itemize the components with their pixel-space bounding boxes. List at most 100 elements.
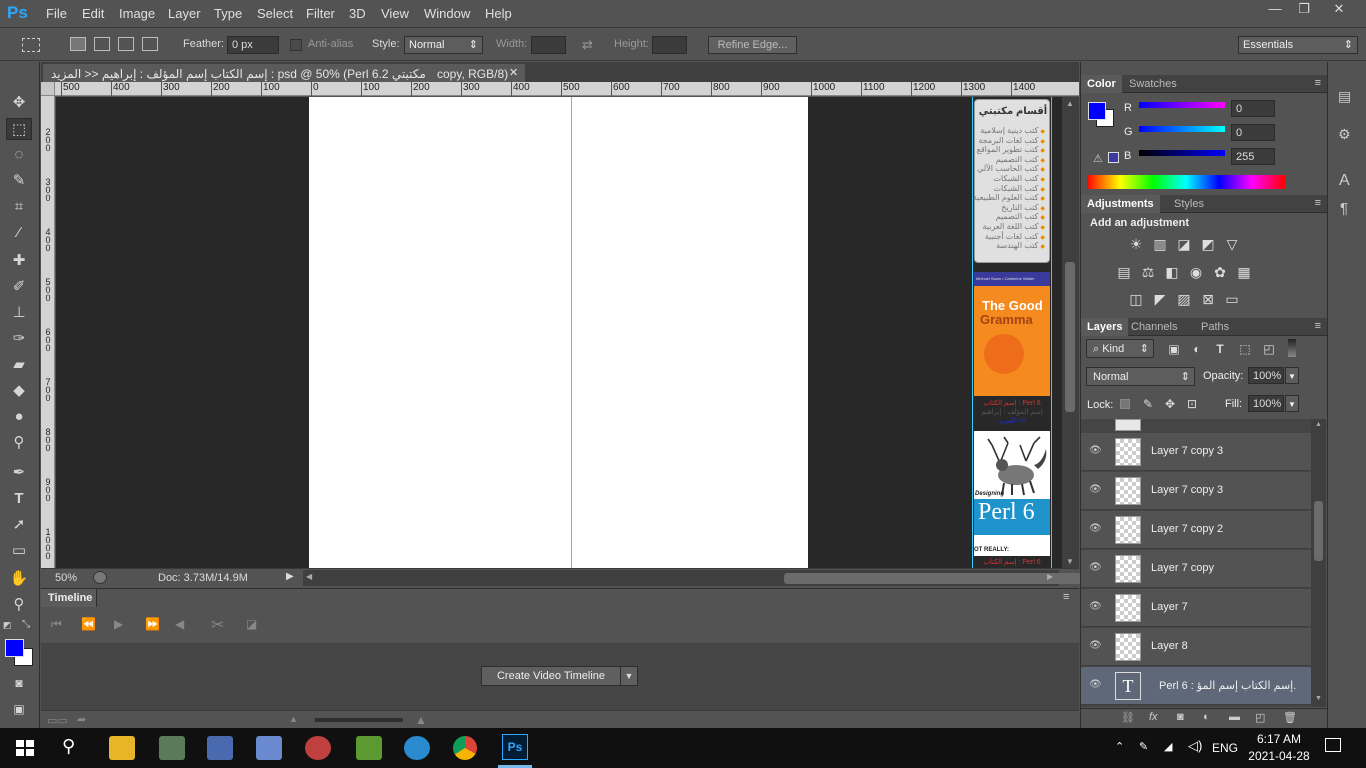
language-indicator[interactable]: ENG (1212, 741, 1238, 755)
app-icon-3[interactable] (256, 736, 282, 760)
invert-icon[interactable]: ◫ (1127, 292, 1145, 306)
restore-button[interactable]: ❐ (1290, 1, 1318, 19)
paragraph-panel-icon[interactable]: ¶ (1340, 200, 1348, 217)
lasso-tool-icon[interactable]: ◌ (6, 144, 32, 166)
book1-more-link[interactable]: المزيد >> (974, 417, 1050, 425)
rectangular-marquee-tool-icon[interactable]: ⬚ (6, 118, 32, 140)
layers-scroll-up-icon[interactable]: ▲ (1315, 421, 1322, 428)
layers-scroll-down-icon[interactable]: ▼ (1315, 695, 1322, 702)
category-item[interactable]: كتب الحاسب الآلي (977, 164, 1045, 173)
layer-row[interactable]: 👁 Layer 7 copy (1081, 550, 1311, 588)
chrome-icon[interactable] (453, 736, 477, 760)
curves-icon[interactable]: ◪ (1175, 237, 1193, 251)
tab-swatches[interactable]: Swatches (1123, 75, 1183, 93)
app-icon-5[interactable] (356, 736, 382, 760)
timeline-dropdown-icon[interactable]: ▼ (620, 666, 638, 686)
selective-color-icon[interactable]: ⊠ (1199, 292, 1217, 306)
first-frame-icon[interactable]: ⏮ (51, 617, 62, 632)
blend-mode-select[interactable]: Normal ⇕ (1086, 367, 1195, 386)
menu-view[interactable]: View (381, 6, 409, 21)
b-value[interactable]: 255 (1231, 148, 1275, 165)
new-layer-icon[interactable]: ◰ (1255, 711, 1265, 724)
frame-mode-icon[interactable]: ▭▭ (47, 714, 68, 727)
filter-pixel-icon[interactable]: ▣ (1165, 342, 1183, 356)
quick-selection-tool-icon[interactable]: ✎ (6, 170, 32, 192)
fx-icon[interactable]: fx (1149, 711, 1158, 723)
b-slider-track[interactable] (1139, 150, 1225, 156)
menu-file[interactable]: File (46, 6, 67, 21)
color-fg-swatch[interactable] (1088, 102, 1106, 120)
tab-styles[interactable]: Styles (1168, 195, 1210, 213)
g-value[interactable]: 0 (1231, 124, 1275, 141)
gamut-warning-icon[interactable]: ⚠ (1093, 152, 1103, 165)
document-canvas[interactable]: أقسام مكتبتي كتب دينية إسلاميةكتب لغات ا… (309, 97, 1052, 568)
layers-scrollbar[interactable]: ▲ ▼ (1311, 419, 1326, 707)
threshold-icon[interactable]: ▨ (1175, 292, 1193, 306)
close-button[interactable]: ✕ (1325, 1, 1353, 19)
character-panel-icon[interactable]: A (1339, 172, 1350, 190)
fill-dropdown-icon[interactable]: ▼ (1285, 395, 1299, 412)
layer-row[interactable]: 👁 Layer 8 (1081, 628, 1311, 666)
document-close-icon[interactable]: ✕ (509, 66, 518, 79)
posterize-icon[interactable]: ◤ (1151, 292, 1169, 306)
search-icon[interactable]: ⚲ (62, 736, 75, 757)
app-icon-1[interactable] (159, 736, 185, 760)
photoshop-taskbar-icon[interactable]: Ps (502, 734, 528, 760)
windows-start-icon[interactable] (16, 740, 34, 756)
app-icon-2[interactable] (207, 736, 233, 760)
layer-kind-filter[interactable]: ⌕ Kind ⇕ (1086, 339, 1154, 358)
menu-select[interactable]: Select (257, 6, 293, 21)
layers-panel-menu-icon[interactable]: ≡ (1315, 320, 1321, 332)
clock-date[interactable]: 2021-04-28 (1248, 749, 1310, 763)
lock-image-icon[interactable]: ✎ (1139, 397, 1157, 411)
websafe-swatch[interactable] (1108, 152, 1119, 163)
healing-brush-tool-icon[interactable]: ✚ (6, 250, 32, 272)
filter-shape-icon[interactable]: ⬚ (1236, 342, 1254, 356)
default-colors-icon[interactable]: ◩ (3, 620, 12, 631)
category-item[interactable]: كتب الشبكات (993, 174, 1045, 183)
tab-paths[interactable]: Paths (1195, 318, 1235, 336)
foreground-color-swatch[interactable] (5, 639, 24, 657)
tab-adjustments[interactable]: Adjustments (1081, 195, 1160, 213)
canvas-area[interactable]: أقسام مكتبتي كتب دينية إسلاميةكتب لغات ا… (56, 97, 1062, 568)
feather-input[interactable]: 0 px (227, 36, 279, 54)
filter-type-icon[interactable]: T (1211, 342, 1229, 356)
swap-colors-icon[interactable]: ⤡ (22, 619, 30, 630)
timeline-zoom-slider[interactable] (315, 718, 403, 722)
levels-icon[interactable]: ▥ (1151, 237, 1169, 251)
photo-filter-icon[interactable]: ◉ (1187, 265, 1205, 279)
brush-tool-icon[interactable]: ✐ (6, 276, 32, 298)
category-item[interactable]: كتب التصميم (996, 155, 1045, 164)
category-item[interactable]: كتب لغات أجنبية (985, 232, 1045, 241)
create-video-timeline-button[interactable]: Create Video Timeline (481, 666, 621, 686)
layer-row[interactable]: 👁 Layer 7 (1081, 589, 1311, 627)
workspace-select[interactable]: Essentials ⇕ (1238, 36, 1358, 54)
filter-toggle[interactable] (1288, 339, 1296, 357)
audio-icon[interactable]: ◀ (175, 617, 184, 631)
new-selection-icon[interactable] (70, 37, 86, 51)
render-icon[interactable]: ➦ (77, 713, 86, 726)
new-group-icon[interactable]: ▬ (1229, 711, 1240, 723)
properties-panel-icon[interactable]: ⚙ (1338, 126, 1351, 143)
category-item[interactable]: كتب اللغة العربية (983, 222, 1045, 231)
timeline-menu-icon[interactable]: ≡ (1063, 591, 1069, 603)
layer-row[interactable]: 👁 Layer 7 copy 3 (1081, 433, 1311, 471)
filter-smart-object-icon[interactable]: ◰ (1260, 342, 1278, 356)
brightness-contrast-icon[interactable]: ☀ (1127, 237, 1145, 251)
hue-saturation-icon[interactable]: ▤ (1115, 265, 1133, 279)
timeline-tab[interactable]: Timeline (41, 589, 97, 607)
scroll-down-icon[interactable]: ▼ (1066, 557, 1074, 566)
zoom-in-timeline-icon[interactable]: ▲ (415, 713, 427, 727)
category-item[interactable]: كتب التصميم (996, 212, 1045, 221)
crop-tool-icon[interactable]: ⌗ (6, 196, 32, 218)
scroll-right-icon[interactable]: ▶ (1047, 572, 1053, 581)
path-selection-tool-icon[interactable]: ➚ (6, 514, 32, 536)
black-white-icon[interactable]: ◧ (1163, 265, 1181, 279)
r-value[interactable]: 0 (1231, 100, 1275, 117)
scroll-up-icon[interactable]: ▲ (1066, 99, 1074, 108)
height-input[interactable] (652, 36, 687, 54)
color-lookup-icon[interactable]: ▦ (1235, 265, 1253, 279)
layer-row[interactable]: 👁 T Perl 6 : إسم الكتاب إسم المؤ... (1081, 667, 1311, 705)
transition-icon[interactable]: ◪ (246, 617, 257, 631)
history-brush-tool-icon[interactable]: ✑ (6, 328, 32, 350)
